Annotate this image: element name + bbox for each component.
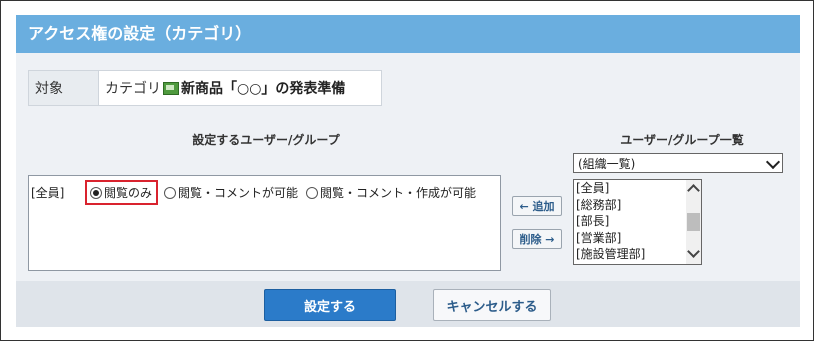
user-group-list-heading: ユーザー/グループ一覧	[620, 133, 744, 147]
permission-row: [全員] 閲覧のみ 閲覧・コメントが可能 閲覧・コメント・作成が可能	[31, 180, 484, 205]
list-item[interactable]: [施設管理部]	[574, 246, 701, 263]
permission-option-read-comment-create[interactable]: 閲覧・コメント・作成が可能	[306, 184, 476, 201]
radio-icon[interactable]	[164, 186, 177, 199]
footer-bar: 設定する キャンセルする	[16, 281, 800, 327]
cancel-button[interactable]: キャンセルする	[433, 289, 551, 321]
radio-icon[interactable]	[90, 186, 102, 199]
target-prefix: カテゴリ	[105, 81, 161, 97]
list-item[interactable]: [部長]	[574, 213, 701, 230]
target-info: 対象 カテゴリ 新商品「○○」の発表準備	[28, 70, 382, 106]
chevron-up-icon[interactable]	[687, 184, 700, 197]
radio-icon[interactable]	[306, 186, 319, 199]
organization-select[interactable]: (組織一覧)	[573, 153, 783, 173]
target-value: カテゴリ 新商品「○○」の発表準備	[99, 71, 381, 105]
access-settings-panel: アクセス権の設定（カテゴリ） 対象 カテゴリ 新商品「○○」の発表準備 設定する…	[16, 15, 800, 327]
window-frame: アクセス権の設定（カテゴリ） 対象 カテゴリ 新商品「○○」の発表準備 設定する…	[0, 0, 814, 341]
scrollbar-thumb[interactable]	[687, 213, 700, 231]
submit-button[interactable]: 設定する	[264, 289, 396, 321]
permission-option-read-comment[interactable]: 閲覧・コメントが可能	[164, 184, 298, 201]
page-title: アクセス権の設定（カテゴリ）	[16, 15, 800, 53]
permission-option-label: 閲覧・コメントが可能	[178, 186, 299, 200]
selected-users-heading: 設定するユーザー/グループ	[192, 133, 340, 147]
chevron-down-icon	[765, 154, 781, 170]
permission-row-who: [全員]	[31, 186, 65, 200]
add-button[interactable]: ← 追加	[512, 196, 562, 216]
list-item[interactable]: [営業部]	[574, 230, 701, 247]
permission-option-label: 閲覧・コメント・作成が可能	[320, 186, 477, 200]
organization-select-value: (組織一覧)	[578, 156, 636, 171]
user-group-listbox[interactable]: [全員] [総務部] [部長] [営業部] [施設管理部]	[573, 179, 702, 265]
list-item[interactable]: [総務部]	[574, 197, 701, 214]
permission-option-read-only[interactable]: 閲覧のみ	[85, 180, 159, 205]
target-name: 新商品「○○」の発表準備	[181, 81, 346, 97]
permission-option-label: 閲覧のみ	[104, 186, 153, 200]
remove-button[interactable]: 削除 →	[512, 229, 562, 249]
target-label: 対象	[29, 71, 99, 105]
selected-users-box: [全員] 閲覧のみ 閲覧・コメントが可能 閲覧・コメント・作成が可能	[28, 175, 501, 271]
listbox-scrollbar[interactable]	[686, 180, 701, 264]
chevron-down-icon[interactable]	[687, 245, 700, 258]
category-icon	[163, 81, 179, 95]
list-item[interactable]: [全員]	[574, 180, 701, 197]
